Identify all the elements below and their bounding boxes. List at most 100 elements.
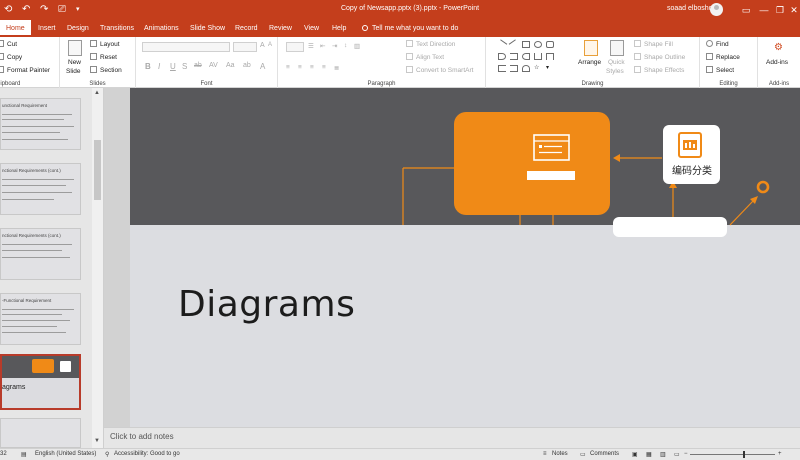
tab-insert[interactable]: Insert	[38, 20, 56, 37]
slide-thumbnail[interactable]	[0, 418, 81, 448]
increase-indent-icon[interactable]: ⇥	[332, 42, 337, 50]
find-button[interactable]: Find	[706, 40, 729, 48]
tab-help[interactable]: Help	[332, 20, 346, 37]
increase-font-icon[interactable]: A	[260, 42, 265, 49]
justify-icon[interactable]: ≡	[322, 64, 326, 71]
line-spacing-icon[interactable]: ↕	[344, 42, 347, 49]
shadow-icon[interactable]: S	[182, 62, 187, 71]
format-painter-button[interactable]: Format Painter	[0, 66, 50, 74]
ribbon-display-icon[interactable]: ▭	[738, 2, 754, 18]
text-direction-button[interactable]: Text Direction	[406, 40, 455, 48]
convert-smartart-button[interactable]: Convert to SmartArt	[406, 66, 473, 74]
thumbnail-scrollbar[interactable]: ▲ ▼	[92, 88, 103, 448]
slide-thumbnail[interactable]: nctional Requirements (cont.)	[0, 228, 81, 280]
align-left-icon[interactable]: ≡	[286, 64, 290, 71]
arc-shape-icon[interactable]	[522, 65, 530, 72]
zoom-out-icon[interactable]: −	[684, 451, 688, 457]
tab-view[interactable]: View	[304, 20, 319, 37]
spelling-icon[interactable]: ▤	[21, 451, 27, 458]
distribute-icon[interactable]: ≣	[334, 64, 339, 72]
language-status[interactable]: English (United States)	[35, 451, 96, 457]
brace-shape-icon[interactable]	[510, 65, 518, 72]
tab-home[interactable]: Home	[0, 20, 31, 37]
new-slide-button[interactable]: New	[68, 59, 81, 66]
slide-thumbnail[interactable]: nctional Requirements (cont.)	[0, 163, 81, 215]
strikethrough-icon[interactable]: ab	[194, 62, 202, 69]
normal-view-icon[interactable]: ▣	[632, 451, 638, 458]
font-color-icon[interactable]: A	[260, 62, 265, 71]
curve-shape-icon[interactable]	[522, 53, 530, 60]
font-name-dropdown[interactable]	[142, 42, 230, 52]
cut-button[interactable]: Cut	[0, 40, 17, 48]
slide-title[interactable]: Diagrams	[178, 284, 355, 325]
zoom-in-icon[interactable]: +	[778, 451, 782, 457]
italic-icon[interactable]: I	[158, 62, 160, 71]
slide-canvas[interactable]: 编码分类 Diagrams	[130, 88, 800, 427]
arrow-shape-icon[interactable]	[498, 53, 506, 60]
scroll-up-icon[interactable]: ▲	[94, 90, 100, 96]
scroll-down-icon[interactable]: ▼	[94, 438, 100, 444]
layout-button[interactable]: Layout	[90, 40, 120, 48]
highlight-icon[interactable]: ab	[243, 62, 251, 69]
slide-thumbnail[interactable]: unctional Requirement	[0, 98, 81, 150]
decrease-font-icon[interactable]: A	[268, 42, 272, 48]
reading-view-icon[interactable]: ▥	[660, 451, 666, 458]
reset-button[interactable]: Reset	[90, 53, 117, 61]
tab-review[interactable]: Review	[269, 20, 292, 37]
section-button[interactable]: Section	[90, 66, 122, 74]
tell-me-search[interactable]: Tell me what you want to do	[362, 20, 458, 37]
comments-button[interactable]: Comments	[590, 451, 619, 457]
shape-fill-button[interactable]: Shape Fill	[634, 40, 673, 48]
shape-outline-button[interactable]: Shape Outline	[634, 53, 685, 61]
rectangle-shape-icon[interactable]	[522, 41, 530, 48]
align-text-button[interactable]: Align Text	[406, 53, 444, 61]
brace-shape-icon[interactable]	[498, 65, 506, 72]
tab-record[interactable]: Record	[235, 20, 258, 37]
callout-shape-icon[interactable]	[546, 53, 554, 60]
tab-animations[interactable]: Animations	[144, 20, 179, 37]
notes-button[interactable]: Notes	[552, 451, 568, 457]
avatar[interactable]	[710, 3, 723, 16]
undo-icon[interactable]: ↶	[22, 3, 30, 16]
slide-sorter-icon[interactable]: ▦	[646, 451, 652, 458]
replace-button[interactable]: Replace	[706, 53, 740, 61]
copy-button[interactable]: Copy	[0, 53, 22, 61]
select-button[interactable]: Select	[706, 66, 734, 74]
addins-button[interactable]: Add-ins	[766, 59, 788, 66]
bold-icon[interactable]: B	[145, 62, 151, 71]
bracket-shape-icon[interactable]	[510, 53, 518, 60]
align-right-icon[interactable]: ≡	[310, 64, 314, 71]
bullets-dropdown[interactable]	[286, 42, 304, 52]
columns-icon[interactable]: ▥	[354, 42, 360, 50]
connector-shape-icon[interactable]	[534, 53, 542, 60]
save-icon[interactable]: ⟲	[4, 3, 12, 16]
decrease-indent-icon[interactable]: ⇤	[320, 42, 325, 50]
start-slideshow-icon[interactable]: ⎚	[58, 3, 66, 16]
tab-slide-show[interactable]: Slide Show	[190, 20, 225, 37]
quick-styles-button[interactable]: Quick	[608, 59, 625, 66]
align-center-icon[interactable]: ≡	[298, 64, 302, 71]
numbering-icon[interactable]: ☰	[308, 42, 314, 50]
redo-icon[interactable]: ↷	[40, 3, 48, 16]
rounded-rect-shape-icon[interactable]	[546, 41, 554, 48]
oval-shape-icon[interactable]	[534, 41, 542, 48]
zoom-slider-thumb[interactable]	[743, 451, 745, 458]
line-shape-icon[interactable]	[496, 39, 508, 50]
scrollbar-thumb[interactable]	[94, 140, 101, 200]
more-shapes-icon[interactable]: ▾	[546, 65, 554, 72]
line-shape-icon[interactable]	[508, 39, 520, 50]
slide-thumbnail[interactable]: -Functional Requirement	[0, 293, 81, 345]
char-spacing-icon[interactable]: AV	[209, 62, 218, 69]
change-case-icon[interactable]: Aa	[226, 62, 235, 69]
tab-design[interactable]: Design	[67, 20, 89, 37]
tab-transitions[interactable]: Transitions	[100, 20, 134, 37]
slideshow-view-icon[interactable]: ▭	[674, 451, 680, 458]
zoom-slider[interactable]	[690, 454, 775, 455]
comments-icon[interactable]: ▭	[580, 451, 586, 458]
minimize-button[interactable]: —	[756, 2, 772, 18]
arrange-button[interactable]: Arrange	[578, 59, 601, 66]
notes-pane[interactable]: Click to add notes	[104, 427, 800, 448]
accessibility-status[interactable]: Accessibility: Good to go	[114, 451, 180, 457]
notes-icon[interactable]: ≡	[543, 451, 547, 457]
star-shape-icon[interactable]: ☆	[534, 65, 542, 72]
